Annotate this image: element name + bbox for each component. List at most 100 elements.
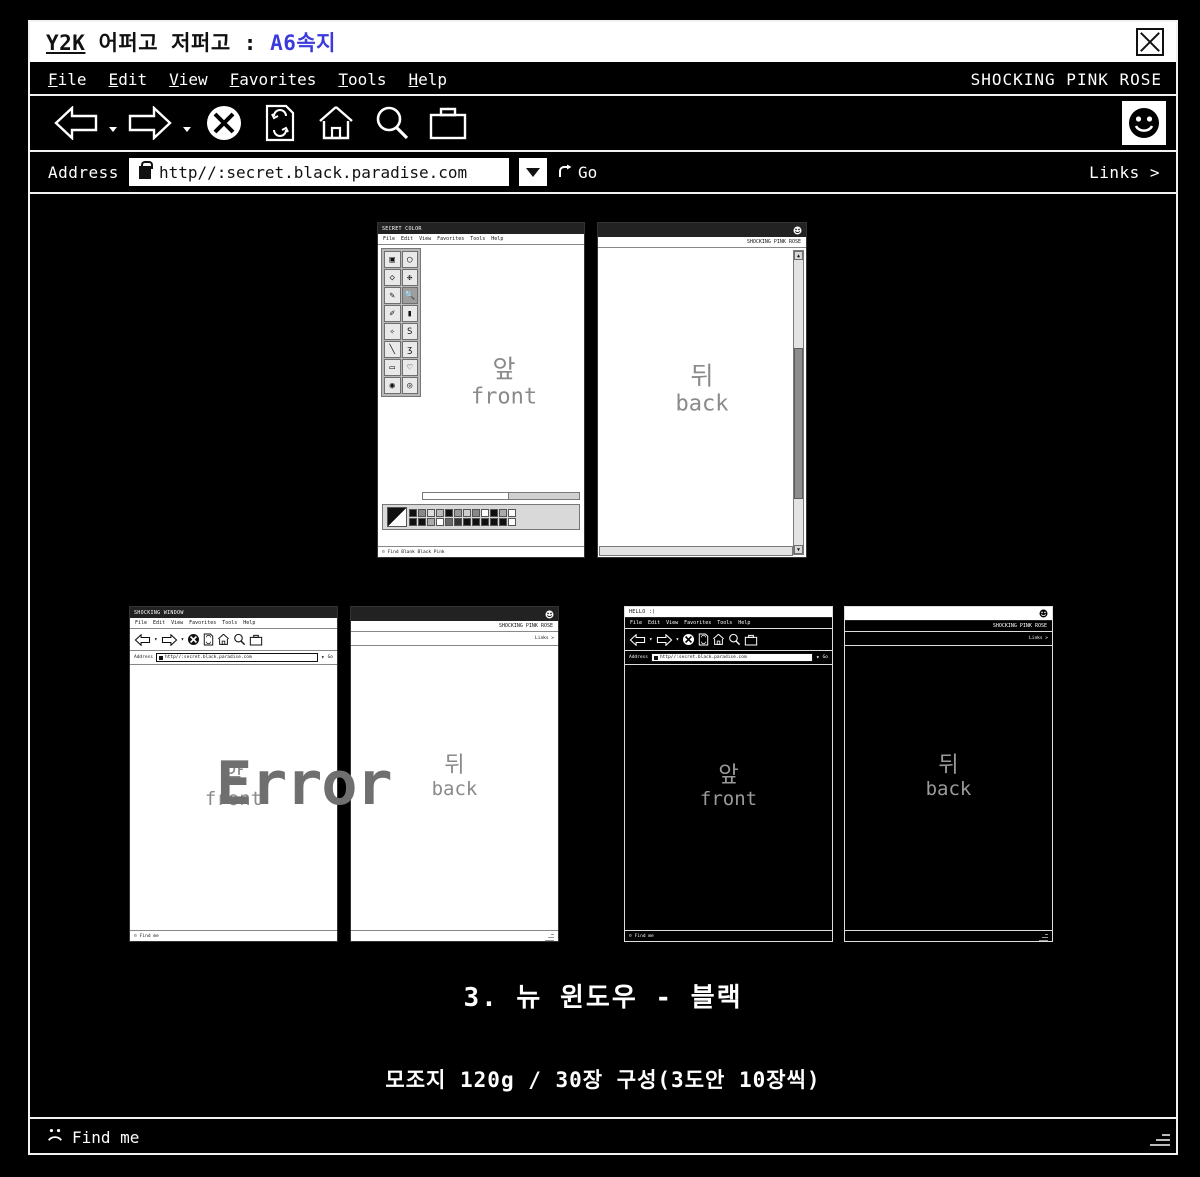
mockup-menu-view[interactable]: View bbox=[419, 236, 431, 242]
menu-item-favorites[interactable]: Favorites bbox=[230, 70, 317, 89]
refresh-icon[interactable] bbox=[698, 633, 709, 646]
smiley-icon[interactable] bbox=[1039, 609, 1048, 618]
paint-swatch[interactable] bbox=[463, 517, 471, 526]
paint-swatch[interactable] bbox=[427, 508, 435, 517]
stop-icon[interactable] bbox=[187, 633, 200, 646]
brush-icon[interactable]: ▮ bbox=[401, 305, 418, 322]
menu-item-file[interactable]: FFileile bbox=[48, 70, 87, 89]
mockup-menu-file[interactable]: File bbox=[383, 236, 395, 242]
ellipse-select-icon[interactable]: ◯ bbox=[401, 251, 418, 268]
paint-swatch[interactable] bbox=[427, 517, 435, 526]
menu-item-help[interactable]: Help bbox=[409, 70, 448, 89]
close-icon[interactable] bbox=[1136, 28, 1164, 56]
folder-icon[interactable] bbox=[744, 634, 758, 646]
mockup-bb1-menu-file[interactable]: File bbox=[630, 620, 642, 626]
mockup-menu-tools[interactable]: Tools bbox=[470, 236, 485, 242]
paint-swatch[interactable] bbox=[436, 517, 444, 526]
back-dropdown-caret[interactable]: ▾ bbox=[154, 636, 158, 643]
paint-swatch[interactable] bbox=[445, 508, 453, 517]
mockup-black-browser-2[interactable]: SHOCKING PINK ROSE Links > 뒤 back bbox=[844, 606, 1053, 942]
paint-swatch[interactable] bbox=[418, 508, 426, 517]
forward-arrow-icon[interactable] bbox=[656, 633, 673, 646]
smiley-icon[interactable] bbox=[793, 226, 802, 235]
mockup-menu-edit[interactable]: Edit bbox=[401, 236, 413, 242]
select-icon[interactable]: ▣ bbox=[384, 251, 401, 268]
folder-icon[interactable] bbox=[422, 100, 474, 146]
mockup-plain-window[interactable]: SHOCKING PINK ROSE 뒤 back ▲ ▼ bbox=[597, 222, 807, 558]
mockup-bb1-menu-favorites[interactable]: Favorites bbox=[684, 620, 711, 626]
paint-swatch[interactable] bbox=[472, 508, 480, 517]
mockup-plain-vertical-scrollbar[interactable]: ▲ ▼ bbox=[793, 250, 804, 555]
mockup-wb1-body[interactable]: 앞 front bbox=[130, 665, 337, 930]
mockup-paint-window[interactable]: SECRET COLOR File Edit View Favorites To… bbox=[377, 222, 585, 558]
paint-swatch[interactable] bbox=[499, 517, 507, 526]
paint-horizontal-scrollbar[interactable] bbox=[422, 492, 580, 500]
mockup-wb1-menu-favorites[interactable]: Favorites bbox=[189, 620, 216, 626]
mockup-wb1-menu-edit[interactable]: Edit bbox=[153, 620, 165, 626]
mockup-wb1-menu-view[interactable]: View bbox=[171, 620, 183, 626]
mockup-wb1-menu-file[interactable]: File bbox=[135, 620, 147, 626]
mockup-bb2-links-label[interactable]: Links > bbox=[1029, 636, 1048, 641]
mockup-menu-help[interactable]: Help bbox=[491, 236, 503, 242]
paint-swatch[interactable] bbox=[472, 517, 480, 526]
paint-swatch[interactable] bbox=[418, 517, 426, 526]
paint-swatch[interactable] bbox=[481, 517, 489, 526]
resize-grip-icon[interactable] bbox=[1039, 932, 1048, 941]
rectangle-icon[interactable]: ▭ bbox=[384, 359, 401, 376]
search-input[interactable]: http//:secret.black.paradise.com bbox=[128, 158, 509, 186]
fill-icon[interactable]: ❉ bbox=[401, 269, 418, 286]
chevron-down-icon[interactable] bbox=[518, 158, 547, 186]
stop-icon[interactable] bbox=[198, 100, 250, 146]
folder-icon[interactable] bbox=[249, 634, 263, 646]
chevron-down-icon[interactable]: ▾ bbox=[816, 654, 820, 661]
scroll-thumb[interactable] bbox=[794, 347, 803, 500]
chevron-down-icon[interactable]: ▾ bbox=[321, 654, 325, 661]
refresh-icon[interactable] bbox=[254, 100, 306, 146]
paint-swatch[interactable] bbox=[436, 508, 444, 517]
roundrect-icon[interactable]: ◉ bbox=[384, 377, 401, 394]
paint-color-palette[interactable] bbox=[382, 504, 580, 530]
paint-swatch[interactable] bbox=[454, 517, 462, 526]
go-button[interactable]: Go bbox=[557, 163, 597, 182]
forward-dropdown-caret[interactable]: ▾ bbox=[181, 636, 185, 643]
resize-grip-icon[interactable] bbox=[1148, 1126, 1170, 1148]
search-icon[interactable] bbox=[366, 100, 418, 146]
scroll-down-arrow-icon[interactable]: ▼ bbox=[794, 545, 803, 554]
forward-arrow-icon[interactable] bbox=[124, 100, 176, 146]
paint-swatch[interactable] bbox=[409, 517, 417, 526]
paint-swatch[interactable] bbox=[499, 508, 507, 517]
mockup-black-browser-1[interactable]: HELLO :) File Edit View Favorites Tools … bbox=[624, 606, 833, 942]
mockup-plain-body[interactable]: 뒤 back ▲ ▼ bbox=[598, 248, 806, 557]
airbrush-icon[interactable]: ✧ bbox=[384, 323, 401, 340]
forward-dropdown-caret[interactable]: ▾ bbox=[676, 636, 680, 643]
mockup-wb1-menu-tools[interactable]: Tools bbox=[222, 620, 237, 626]
back-arrow-icon[interactable] bbox=[50, 100, 102, 146]
home-icon[interactable] bbox=[217, 633, 230, 646]
paint-swatch[interactable] bbox=[490, 517, 498, 526]
stop-icon[interactable] bbox=[682, 633, 695, 646]
mockup-plain-horizontal-scrollbar[interactable] bbox=[599, 546, 793, 556]
mockup-white-browser-1[interactable]: SHOCKING WINDOW File Edit View Favorites… bbox=[129, 606, 338, 942]
mockup-bb2-body[interactable]: 뒤 back bbox=[845, 646, 1052, 930]
paint-swatch[interactable] bbox=[454, 508, 462, 517]
mockup-wb2-body[interactable]: 뒤 back bbox=[351, 646, 558, 930]
mockup-bb1-menu-help[interactable]: Help bbox=[738, 620, 750, 626]
back-dropdown-caret[interactable]: ▾ bbox=[649, 636, 653, 643]
mockup-menu-favorites[interactable]: Favorites bbox=[437, 236, 464, 242]
paint-current-color[interactable] bbox=[387, 507, 407, 527]
mockup-bb1-menu-edit[interactable]: Edit bbox=[648, 620, 660, 626]
paint-swatch-grid[interactable] bbox=[409, 508, 516, 526]
paint-swatch[interactable] bbox=[508, 508, 516, 517]
mockup-wb1-address-input[interactable]: http//:secret.black.paradise.com bbox=[155, 653, 318, 662]
mockup-wb1-menu-help[interactable]: Help bbox=[243, 620, 255, 626]
forward-arrow-icon[interactable] bbox=[161, 633, 178, 646]
mockup-paint-canvas[interactable]: ▣ ◯ ◇ ❉ ✎ 🔍 ✐ ▮ ✧ S ╲ ʒ ▭ ♡ ◉ ◎ 앞 front bbox=[378, 245, 584, 546]
forward-dropdown-caret[interactable] bbox=[180, 100, 194, 146]
mockup-bb1-body[interactable]: 앞 front bbox=[625, 665, 832, 930]
smiley-icon[interactable] bbox=[545, 610, 554, 619]
text-icon[interactable]: S bbox=[401, 323, 418, 340]
search-icon[interactable] bbox=[233, 633, 246, 646]
mockup-bb1-go-label[interactable]: Go bbox=[823, 655, 828, 660]
mockup-wb2-links-label[interactable]: Links > bbox=[535, 636, 554, 641]
menu-item-tools[interactable]: Tools bbox=[338, 70, 386, 89]
